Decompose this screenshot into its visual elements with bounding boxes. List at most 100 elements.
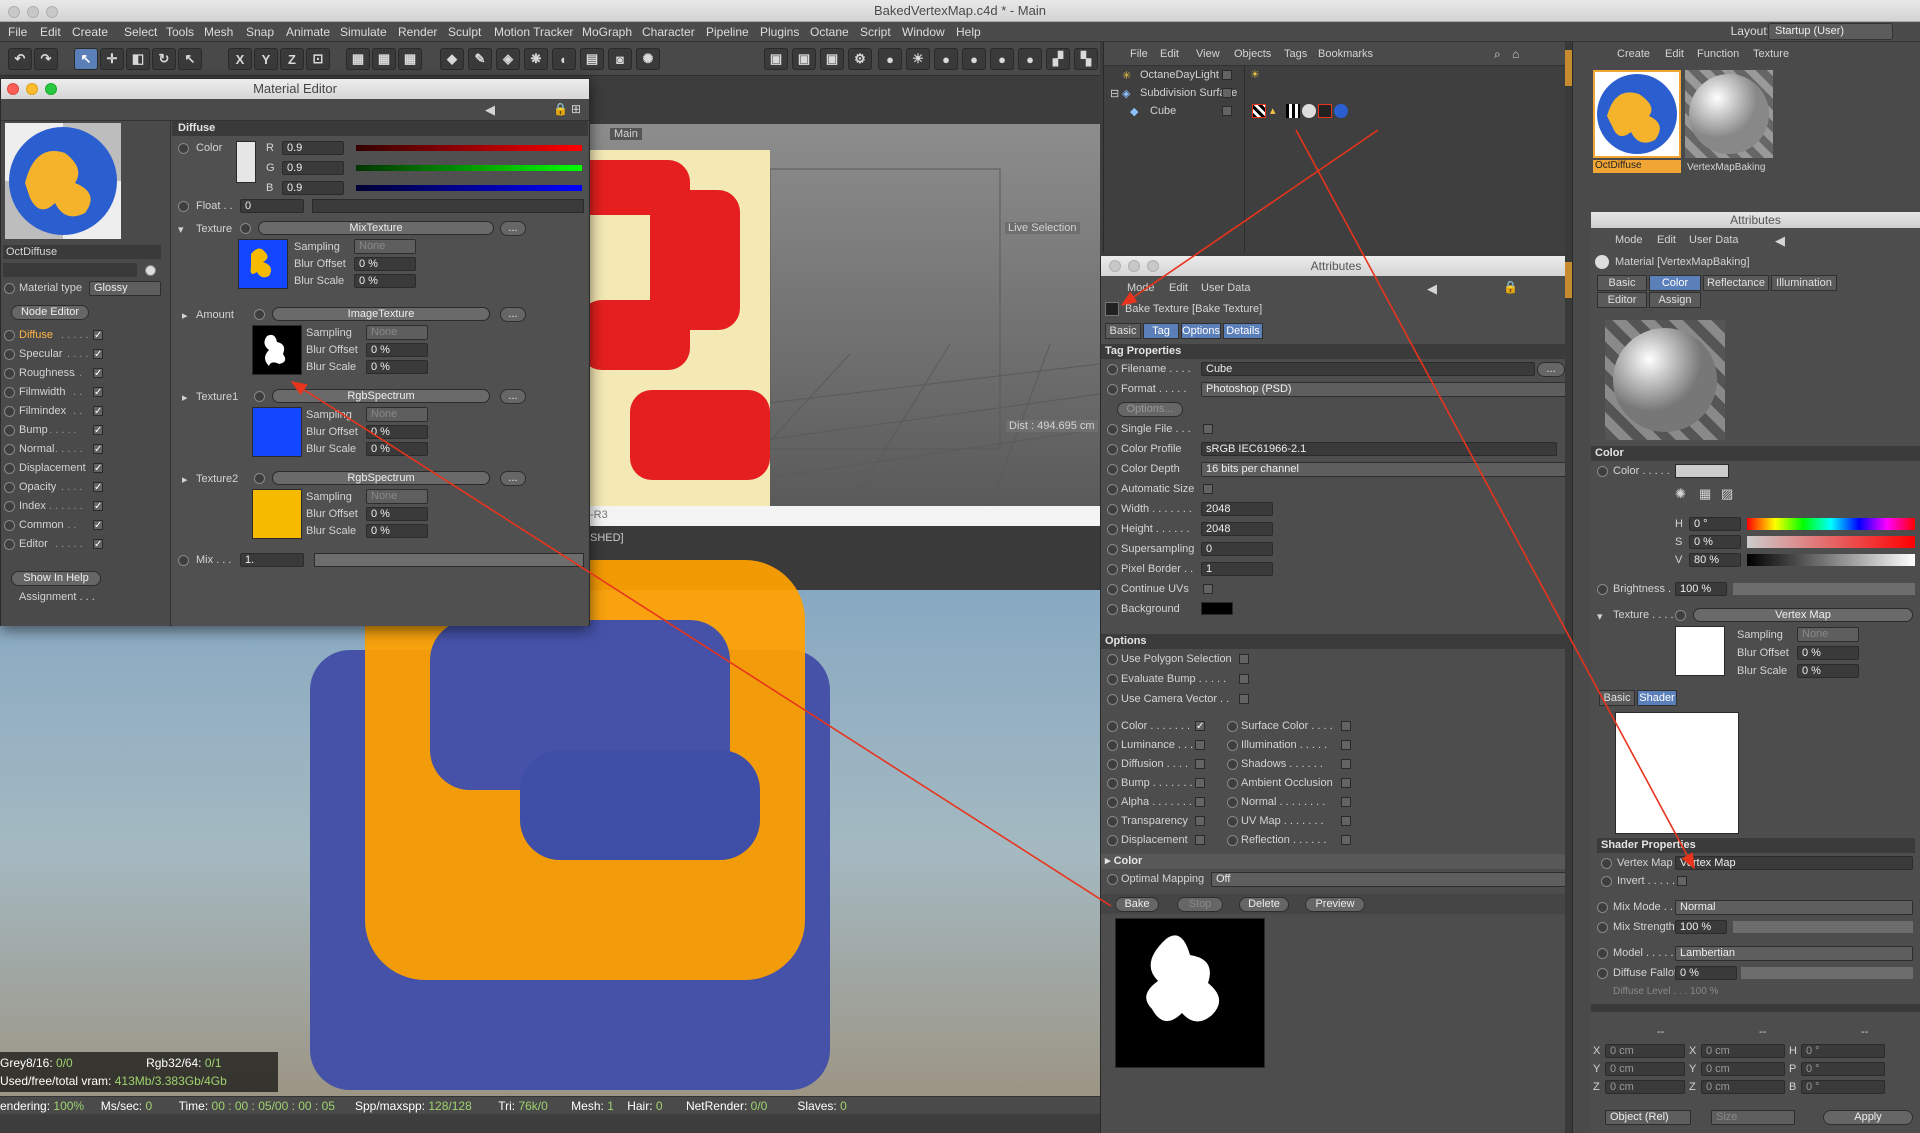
sampling-select-4[interactable]: None xyxy=(366,489,428,504)
menu-octane[interactable]: Octane xyxy=(810,25,849,39)
preview-button[interactable]: Preview xyxy=(1305,897,1365,912)
use-camera-vector-checkbox[interactable] xyxy=(1239,694,1249,704)
color-profile-radio[interactable] xyxy=(1107,444,1118,455)
assignment-item[interactable]: Assignment . . . xyxy=(19,591,95,603)
deformer-icon[interactable]: ◐ xyxy=(552,48,576,70)
channel-radio[interactable] xyxy=(4,349,15,360)
subdivision-surface-icon[interactable]: ◈ xyxy=(496,48,520,70)
bake-channel-radio[interactable] xyxy=(1227,816,1238,827)
bake-channel-radio[interactable] xyxy=(1227,759,1238,770)
color-swatch[interactable] xyxy=(236,141,256,183)
channel-enable-checkbox[interactable]: ✓ xyxy=(93,501,103,512)
auto-size-checkbox[interactable] xyxy=(1203,484,1213,494)
tab-tag[interactable]: Tag xyxy=(1143,323,1179,339)
blur-offset-field-3[interactable]: 0 % xyxy=(366,425,428,439)
r-field[interactable]: 0.9 xyxy=(282,141,344,155)
rtab-illumination[interactable]: Illumination xyxy=(1771,275,1837,291)
node-editor-button[interactable]: Node Editor xyxy=(11,305,89,320)
channel-enable-checkbox[interactable]: ✓ xyxy=(93,349,103,360)
continue-uvs-radio[interactable] xyxy=(1107,584,1118,595)
channel-item[interactable]: Index xyxy=(19,500,46,512)
diffuse-falloff-radio[interactable] xyxy=(1597,968,1608,979)
supersampling-field[interactable]: 0 xyxy=(1201,542,1273,556)
float-slider[interactable] xyxy=(312,199,584,213)
vertex-map-link-field[interactable]: Vertex Map xyxy=(1675,856,1913,870)
mm-menu-texture[interactable]: Texture xyxy=(1753,48,1789,60)
evaluate-bump-radio[interactable] xyxy=(1107,674,1118,685)
bake-channel-checkbox[interactable] xyxy=(1341,759,1351,769)
channel-item[interactable]: Roughness xyxy=(19,367,75,379)
octane-texture-icon[interactable]: ▞ xyxy=(1046,48,1070,70)
bake-channel-checkbox[interactable] xyxy=(1195,740,1205,750)
delete-button[interactable]: Delete xyxy=(1239,897,1289,912)
menu-edit[interactable]: Edit xyxy=(40,25,61,39)
texture1-menu-button[interactable] xyxy=(254,391,265,402)
bake-channel-checkbox[interactable] xyxy=(1195,759,1205,769)
b-slider[interactable] xyxy=(356,185,582,191)
sun-tag-icon[interactable]: ☀ xyxy=(1250,68,1260,81)
g-field[interactable]: 0.9 xyxy=(282,161,344,175)
color-wheel-icon[interactable]: ✺ xyxy=(1675,486,1686,502)
channel-radio[interactable] xyxy=(4,368,15,379)
back-arrow-icon[interactable]: ◀ xyxy=(485,102,495,118)
channel-item[interactable]: Specular xyxy=(19,348,62,360)
octane-live-viewer-icon[interactable]: ▣ xyxy=(764,48,788,70)
octane-specular-icon[interactable]: ● xyxy=(990,48,1014,70)
bake-channel-radio[interactable] xyxy=(1227,778,1238,789)
attr-menu-mode[interactable]: Mode xyxy=(1127,282,1155,294)
bake-channel-radio[interactable] xyxy=(1227,797,1238,808)
menu-motion-tracker[interactable]: Motion Tracker xyxy=(494,25,573,39)
rblur-offset-field[interactable]: 0 % xyxy=(1797,646,1859,660)
attributes-minimize-button[interactable] xyxy=(1128,260,1140,272)
minimize-window-button[interactable] xyxy=(27,6,39,18)
texture-more-button[interactable]: ... xyxy=(500,221,526,236)
mix-strength-radio[interactable] xyxy=(1597,922,1608,933)
channel-item[interactable]: Opacity xyxy=(19,481,56,493)
tab-options[interactable]: Options xyxy=(1181,323,1221,339)
rattr-menu-user-data[interactable]: User Data xyxy=(1689,234,1739,246)
om-menu-bookmarks[interactable]: Bookmarks xyxy=(1318,48,1373,60)
octane-glossy-icon[interactable]: ● xyxy=(962,48,986,70)
coord-x-field[interactable]: 0 cm xyxy=(1605,1044,1685,1058)
home-icon[interactable]: ⌂ xyxy=(1512,47,1519,61)
expand-icon[interactable]: ⊞ xyxy=(571,102,581,116)
vertex-map-tag-icon[interactable]: ▴ xyxy=(1270,104,1276,117)
optimal-mapping-radio[interactable] xyxy=(1107,874,1118,885)
format-radio[interactable] xyxy=(1107,384,1118,395)
brightness-slider[interactable] xyxy=(1733,583,1915,595)
mix-slider[interactable] xyxy=(314,553,584,567)
attributes-titlebar[interactable]: Attributes xyxy=(1101,256,1571,276)
size-mode-select[interactable]: Size xyxy=(1711,1110,1795,1125)
bake-channel-checkbox[interactable] xyxy=(1341,797,1351,807)
channel-radio[interactable] xyxy=(4,330,15,341)
rcolor-swatch[interactable] xyxy=(1675,464,1729,478)
filename-browse-button[interactable]: ... xyxy=(1537,362,1565,377)
bake-channel-checkbox[interactable] xyxy=(1341,816,1351,826)
blur-scale-field-2[interactable]: 0 % xyxy=(366,360,428,374)
bake-channel-radio[interactable] xyxy=(1107,740,1118,751)
octane-save-icon[interactable]: ▣ xyxy=(820,48,844,70)
menu-file[interactable]: File xyxy=(8,25,27,39)
z-axis-button[interactable]: Z xyxy=(280,48,304,70)
spectrum-icon[interactable]: ▦ xyxy=(1699,486,1711,502)
texture2-menu-button[interactable] xyxy=(254,473,265,484)
material-vertexmapbaking-thumb[interactable] xyxy=(1685,70,1773,158)
search-icon[interactable]: ⌕ xyxy=(1494,47,1501,62)
channel-item[interactable]: Normal xyxy=(19,443,54,455)
viewport-tab-main[interactable]: Main xyxy=(610,128,642,140)
bake-channel-checkbox[interactable] xyxy=(1341,778,1351,788)
channel-item[interactable]: Displacement xyxy=(19,462,86,474)
material-tag-octdiffuse-icon[interactable] xyxy=(1334,104,1348,118)
attr-menu-user-data[interactable]: User Data xyxy=(1201,282,1251,294)
width-field[interactable]: 2048 xyxy=(1201,502,1273,516)
mm-menu-edit[interactable]: Edit xyxy=(1665,48,1684,60)
brightness-field[interactable]: 100 % xyxy=(1675,582,1727,596)
s-field[interactable]: 0 % xyxy=(1689,535,1741,549)
menu-plugins[interactable]: Plugins xyxy=(760,25,799,39)
hue-slider[interactable] xyxy=(1747,518,1915,530)
invert-checkbox[interactable] xyxy=(1677,876,1687,886)
r-slider[interactable] xyxy=(356,145,582,151)
zoom-window-button[interactable] xyxy=(46,6,58,18)
channel-enable-checkbox[interactable]: ✓ xyxy=(93,444,103,455)
daylight-object-name[interactable]: OctaneDayLight xyxy=(1140,69,1219,81)
